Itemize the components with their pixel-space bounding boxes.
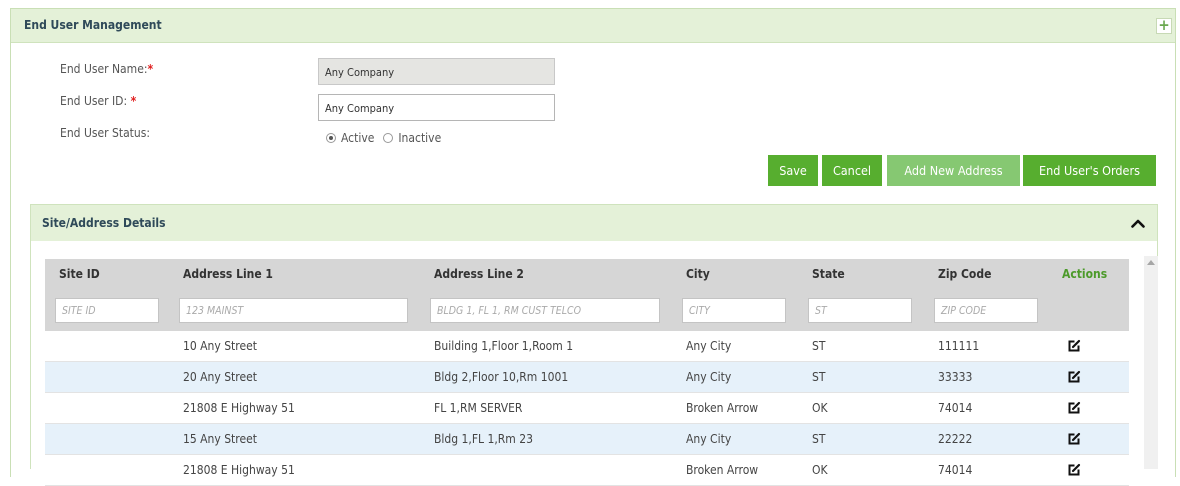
filter-city-input[interactable]: CITY xyxy=(682,297,786,323)
edit-icon[interactable] xyxy=(1067,401,1081,415)
filter-row: SITE ID 123 MAINST BLDG 1, FL 1, RM CUST… xyxy=(45,289,1129,331)
table-row[interactable]: 21808 E Highway 51 Broken Arrow OK 74014 xyxy=(45,454,1129,486)
scroll-up-arrow-icon[interactable] xyxy=(1147,260,1155,265)
zip-code-cell: 74014 xyxy=(924,454,1050,486)
cancel-button[interactable]: Cancel xyxy=(822,155,882,186)
address-line-1-cell: 21808 E Highway 51 xyxy=(169,392,420,424)
site-address-panel: Site/Address Details Site ID Address Lin… xyxy=(30,204,1158,486)
column-header-site-id[interactable]: Site ID xyxy=(45,259,169,289)
address-line-2-cell: Bldg 1,FL 1,Rm 23 xyxy=(420,423,672,455)
address-line-1-cell: 10 Any Street xyxy=(169,331,420,362)
required-mark: * xyxy=(147,62,154,76)
edit-icon[interactable] xyxy=(1067,339,1081,353)
address-line-2-cell: FL 1,RM SERVER xyxy=(420,392,672,424)
filter-address-line-2-input[interactable]: BLDG 1, FL 1, RM CUST TELCO xyxy=(430,297,660,323)
end-user-id-field[interactable]: Any Company xyxy=(318,94,555,121)
site-address-title: Site/Address Details xyxy=(42,216,166,230)
table-row[interactable]: 20 Any Street Bldg 2,Floor 10,Rm 1001 An… xyxy=(45,361,1129,393)
plus-icon[interactable]: + xyxy=(1156,18,1172,34)
address-line-1-cell: 20 Any Street xyxy=(169,361,420,393)
address-line-2-cell xyxy=(420,454,672,486)
edit-icon[interactable] xyxy=(1067,370,1081,384)
edit-icon[interactable] xyxy=(1067,432,1081,446)
column-header-state[interactable]: State xyxy=(798,259,924,289)
table-row[interactable]: 10 Any Street Building 1,Floor 1,Room 1 … xyxy=(45,331,1129,362)
address-table: Site ID Address Line 1 Address Line 2 Ci… xyxy=(45,259,1129,486)
column-header-address-line-2[interactable]: Address Line 2 xyxy=(420,259,672,289)
actions-cell xyxy=(1050,361,1129,393)
state-cell: OK xyxy=(798,454,924,486)
panel-header: End User Management + xyxy=(11,9,1175,43)
state-cell: ST xyxy=(798,423,924,455)
table-scrollbar[interactable] xyxy=(1144,256,1158,469)
zip-code-cell: 22222 xyxy=(924,423,1050,455)
required-mark: * xyxy=(130,94,137,108)
city-cell: Broken Arrow xyxy=(672,454,798,486)
column-header-city[interactable]: City xyxy=(672,259,798,289)
end-user-id-label-text: End User ID: xyxy=(60,94,128,108)
add-new-address-button[interactable]: Add New Address xyxy=(887,155,1020,186)
actions-cell xyxy=(1050,392,1129,424)
end-user-name-field[interactable]: Any Company xyxy=(318,58,555,85)
city-cell: Broken Arrow xyxy=(672,392,798,424)
edit-icon[interactable] xyxy=(1067,463,1081,477)
end-user-id-label: End User ID: * xyxy=(60,94,136,108)
address-line-1-cell: 15 Any Street xyxy=(169,423,420,455)
save-button[interactable]: Save xyxy=(768,155,818,186)
end-user-orders-button[interactable]: End User's Orders xyxy=(1023,155,1156,186)
filter-site-id-input[interactable]: SITE ID xyxy=(55,297,159,323)
state-cell: OK xyxy=(798,392,924,424)
actions-cell xyxy=(1050,454,1129,486)
active-radio[interactable] xyxy=(326,133,336,143)
city-cell: Any City xyxy=(672,361,798,393)
column-header-address-line-1[interactable]: Address Line 1 xyxy=(169,259,420,289)
panel-title: End User Management xyxy=(24,18,162,32)
zip-code-cell: 33333 xyxy=(924,361,1050,393)
zip-code-cell: 111111 xyxy=(924,331,1050,362)
column-header-actions: Actions xyxy=(1050,259,1129,289)
address-line-1-cell: 21808 E Highway 51 xyxy=(169,454,420,486)
site-id-cell xyxy=(45,423,169,455)
city-cell: Any City xyxy=(672,423,798,455)
actions-cell xyxy=(1050,423,1129,455)
state-cell: ST xyxy=(798,361,924,393)
inactive-radio[interactable] xyxy=(383,133,394,143)
address-line-2-cell: Building 1,Floor 1,Room 1 xyxy=(420,331,672,362)
address-line-2-cell: Bldg 2,Floor 10,Rm 1001 xyxy=(420,361,672,393)
site-id-cell xyxy=(45,392,169,424)
filter-address-line-1-input[interactable]: 123 MAINST xyxy=(179,297,408,323)
site-id-cell xyxy=(45,361,169,393)
inactive-radio-label[interactable]: Inactive xyxy=(398,131,441,145)
site-id-cell xyxy=(45,331,169,362)
site-address-header: Site/Address Details xyxy=(31,205,1157,241)
end-user-status-label: End User Status: xyxy=(60,126,151,140)
zip-code-cell: 74014 xyxy=(924,392,1050,424)
end-user-name-label: End User Name:* xyxy=(60,62,153,76)
table-row[interactable]: 21808 E Highway 51 FL 1,RM SERVER Broken… xyxy=(45,392,1129,424)
column-header-zip-code[interactable]: Zip Code xyxy=(924,259,1050,289)
chevron-up-icon[interactable] xyxy=(1131,218,1145,228)
filter-state-input[interactable]: ST xyxy=(808,297,912,323)
state-cell: ST xyxy=(798,331,924,362)
actions-cell xyxy=(1050,331,1129,362)
city-cell: Any City xyxy=(672,331,798,362)
end-user-name-label-text: End User Name: xyxy=(60,62,148,76)
site-id-cell xyxy=(45,454,169,486)
filter-zip-code-input[interactable]: ZIP CODE xyxy=(934,297,1038,323)
status-radio-group: Active Inactive xyxy=(326,131,450,145)
table-row[interactable]: 15 Any Street Bldg 1,FL 1,Rm 23 Any City… xyxy=(45,423,1129,455)
active-radio-label[interactable]: Active xyxy=(341,131,374,145)
